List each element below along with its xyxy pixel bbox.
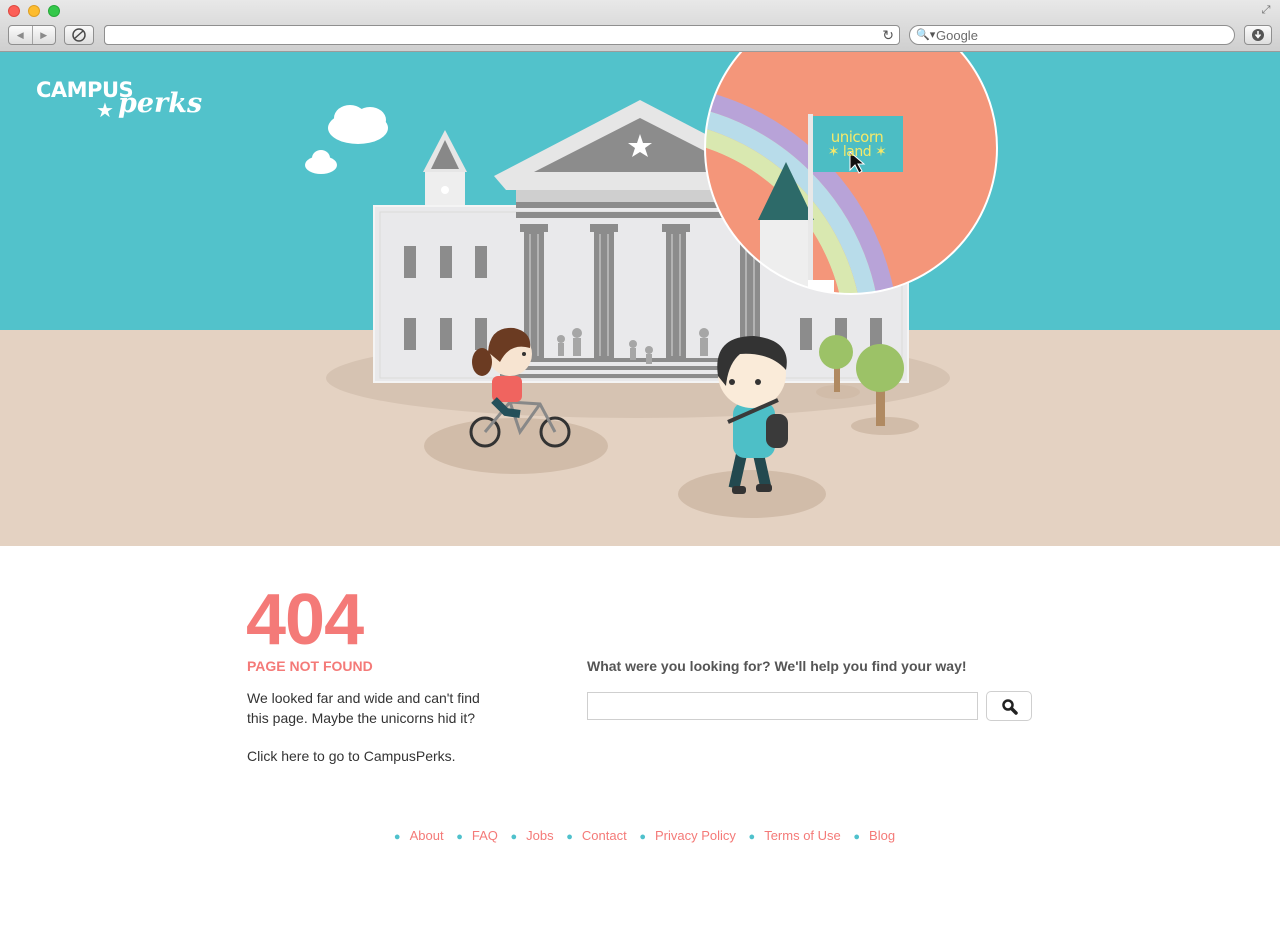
error-message: We looked far and wide and can't find th… xyxy=(247,690,480,726)
footer-link-jobs[interactable]: Jobs xyxy=(526,828,553,843)
window-zoom-button[interactable] xyxy=(48,5,60,17)
home-link[interactable]: Click here to go to CampusPerks. xyxy=(247,748,456,764)
footer-link-about[interactable]: About xyxy=(410,828,444,843)
bullet-icon: ● xyxy=(510,831,518,843)
downloads-button[interactable] xyxy=(1244,25,1272,45)
browser-toolbar: ⤢ ◀ ▶ + ↻ 🔍▾ xyxy=(0,0,1280,52)
browser-search-field[interactable]: 🔍▾ xyxy=(909,25,1235,45)
campusperks-logo[interactable]: CAMPUS ★ perks xyxy=(36,78,202,128)
footer-link-contact[interactable]: Contact xyxy=(582,828,627,843)
bullet-icon: ● xyxy=(853,831,861,843)
feather-icon xyxy=(72,28,86,42)
footer-links: ● About ● FAQ ● Jobs ● Contact ● Privacy Poli… xyxy=(0,828,1280,843)
reader-button[interactable] xyxy=(64,25,94,45)
window-close-button[interactable] xyxy=(8,5,20,17)
address-bar[interactable]: ↻ xyxy=(104,25,900,45)
error-content: 404 PAGE NOT FOUND We looked far and wid… xyxy=(0,546,1280,941)
bullet-icon: ● xyxy=(748,831,756,843)
flag-line-1: unicorn xyxy=(830,128,884,146)
download-icon xyxy=(1252,29,1264,41)
bullet-icon: ● xyxy=(456,831,463,843)
logo-word-perks: perks xyxy=(118,88,203,119)
browser-search-input[interactable] xyxy=(936,27,1226,43)
footer-link-blog[interactable]: Blog xyxy=(869,828,895,843)
back-button[interactable]: ◀ xyxy=(9,26,32,44)
magnifier-icon xyxy=(1002,699,1018,715)
window-minimize-button[interactable] xyxy=(28,5,40,17)
search-icon: 🔍▾ xyxy=(916,29,936,41)
site-search-input[interactable] xyxy=(587,692,978,720)
search-prompt: What were you looking for? We'll help yo… xyxy=(587,658,967,674)
footer-link-faq[interactable]: FAQ xyxy=(472,828,498,843)
footer-link-terms[interactable]: Terms of Use xyxy=(764,828,841,843)
bullet-icon: ● xyxy=(393,831,401,843)
reload-icon[interactable]: ↻ xyxy=(882,26,894,44)
fullscreen-icon[interactable]: ⤢ xyxy=(1260,4,1272,16)
footer-link-privacy[interactable]: Privacy Policy xyxy=(655,828,736,843)
logo-star-icon: ★ xyxy=(96,100,114,122)
flag-label: unicorn ✶ land ✶ xyxy=(812,130,902,160)
hero-illustration: CAMPUS ★ perks unicorn ✶ land ✶ xyxy=(0,52,1280,546)
forward-button[interactable]: ▶ xyxy=(31,26,56,44)
bullet-icon: ● xyxy=(566,831,573,843)
flag-line-2: ✶ land ✶ xyxy=(827,144,887,160)
history-nav: ◀ ▶ xyxy=(8,25,56,45)
error-title: PAGE NOT FOUND xyxy=(247,658,373,674)
error-code: 404 xyxy=(246,580,364,660)
bullet-icon: ● xyxy=(639,831,646,843)
site-search-button[interactable] xyxy=(986,691,1032,721)
